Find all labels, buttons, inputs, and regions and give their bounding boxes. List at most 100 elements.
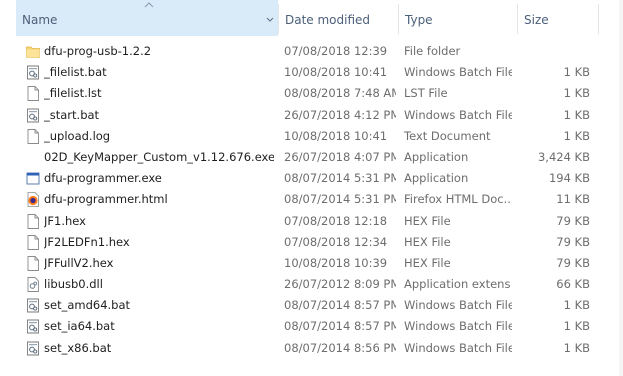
vertical-scrollbar[interactable] (619, 0, 623, 376)
file-type: HEX File (404, 234, 451, 249)
file-row[interactable]: set_x86.bat 08/07/2014 8:56 PM Windows Bat… (0, 338, 623, 359)
file-name: JF1.hex (44, 213, 86, 228)
file-type: Windows Batch File (404, 319, 512, 334)
file-row[interactable]: JFFullV2.hex 10/08/2018 10:39 HEX File 79 K… (0, 253, 623, 274)
file-size: 1 KB (563, 65, 590, 80)
file-icon (26, 150, 40, 165)
file-size: 194 KB (548, 171, 590, 186)
chevron-down-icon[interactable] (266, 17, 274, 23)
column-header-name[interactable]: Name (16, 0, 278, 36)
file-row[interactable]: _start.bat 26/07/2018 4:12 PM Windows Batc… (0, 105, 623, 126)
file-size: 79 KB (556, 213, 590, 228)
file-row[interactable]: _filelist.bat 10/08/2018 10:41 Windows Bat… (0, 62, 623, 83)
file-type: Windows Batch File (404, 107, 512, 122)
file-size: 1 KB (563, 86, 590, 101)
file-size: 11 KB (556, 192, 590, 207)
dll-file-icon (26, 277, 40, 293)
file-list: dfu-prog-usb-1.2.2 07/08/2018 12:39 File f… (0, 41, 623, 359)
file-row[interactable]: dfu-prog-usb-1.2.2 07/08/2018 12:39 File f… (0, 41, 623, 62)
file-date-modified: 07/08/2018 12:34 (284, 234, 388, 249)
file-size: 1 KB (563, 340, 590, 355)
file-row[interactable]: dfu-programmer.html 08/07/2014 5:31 PM Fir… (0, 189, 623, 210)
column-header-date-modified[interactable]: Date modified (279, 0, 398, 36)
file-name: dfu-prog-usb-1.2.2 (44, 44, 152, 58)
file-date-modified: 10/08/2018 10:39 (284, 255, 388, 270)
folder-icon (26, 44, 40, 59)
file-name: dfu-programmer.exe (44, 171, 162, 186)
file-type: HEX File (404, 213, 451, 228)
file-name: set_x86.bat (44, 340, 112, 355)
file-size (518, 41, 590, 62)
column-divider[interactable] (598, 4, 599, 34)
blank-file-icon (26, 128, 40, 144)
batch-file-icon (26, 298, 40, 313)
file-type: Application (404, 171, 469, 186)
file-date-modified: 26/07/2012 8:09 PM (284, 277, 396, 292)
file-name: set_ia64.bat (44, 319, 115, 334)
batch-file-icon (26, 108, 40, 123)
file-date-modified: 08/07/2014 8:57 PM (284, 298, 396, 313)
file-size: 1 KB (563, 319, 590, 334)
file-date-modified: 08/08/2018 7:48 AM (284, 86, 396, 101)
file-date-modified: 26/07/2018 4:12 PM (284, 107, 396, 122)
file-name: 02D_KeyMapper_Custom_v1.12.676.exe (44, 149, 274, 164)
file-name: _filelist.lst (44, 86, 102, 101)
file-date-modified: 08/07/2014 8:56 PM (284, 340, 396, 355)
file-row[interactable]: _upload.log 10/08/2018 10:41 Text Document… (0, 126, 623, 147)
application-icon (26, 171, 40, 186)
file-size: 3,424 KB (537, 149, 590, 164)
file-row[interactable]: set_amd64.bat 08/07/2014 8:57 PM Windows B… (0, 295, 623, 316)
file-date-modified: 08/07/2014 8:57 PM (284, 319, 396, 334)
sort-ascending-icon (144, 2, 154, 8)
file-name: _start.bat (44, 107, 100, 122)
file-date-modified: 07/08/2018 12:18 (284, 213, 388, 228)
file-type: HEX File (404, 255, 451, 270)
blank-file-icon (26, 86, 40, 102)
file-name: dfu-programmer.html (44, 192, 168, 207)
column-header-date-label: Date modified (285, 13, 371, 27)
file-type: Text Document (404, 128, 491, 143)
file-row[interactable]: libusb0.dll 26/07/2012 8:09 PM Application… (0, 274, 623, 295)
file-row[interactable]: 02D_KeyMapper_Custom_v1.12.676.exe 26/07/… (0, 147, 623, 168)
file-row[interactable]: set_ia64.bat 08/07/2014 8:57 PM Windows Ba… (0, 316, 623, 337)
file-date-modified: 08/07/2014 5:31 PM (284, 192, 396, 207)
file-date-modified: 10/08/2018 10:41 (284, 65, 388, 80)
file-date-modified: 26/07/2018 4:07 PM (284, 149, 396, 164)
file-name: JFFullV2.hex (44, 255, 114, 270)
file-name: JF2LEDFn1.hex (44, 234, 130, 249)
file-type: Application (404, 149, 469, 164)
file-type: LST File (404, 86, 448, 101)
file-type: Windows Batch File (404, 65, 512, 80)
column-header-type[interactable]: Type (399, 0, 517, 36)
file-date-modified: 07/08/2018 12:39 (284, 44, 388, 58)
batch-file-icon (26, 65, 40, 80)
file-size: 66 KB (556, 277, 590, 292)
file-type: Firefox HTML Doc... (404, 192, 512, 207)
file-date-modified: 08/07/2014 5:31 PM (284, 171, 396, 186)
file-row[interactable]: JF1.hex 07/08/2018 12:18 HEX File 79 KB (0, 211, 623, 232)
file-row[interactable]: _filelist.lst 08/08/2018 7:48 AM LST File 1… (0, 83, 623, 104)
file-row[interactable]: dfu-programmer.exe 08/07/2014 5:31 PM Appl… (0, 168, 623, 189)
file-size: 1 KB (563, 107, 590, 122)
file-type: Windows Batch File (404, 298, 512, 313)
file-name: _filelist.bat (44, 65, 107, 80)
column-header-type-label: Type (405, 13, 433, 27)
file-row[interactable]: JF2LEDFn1.hex 07/08/2018 12:34 HEX File 79 … (0, 232, 623, 253)
file-type: File folder (404, 44, 461, 58)
column-header-size-label: Size (524, 13, 549, 27)
file-size: 79 KB (556, 255, 590, 270)
file-size: 1 KB (563, 298, 590, 313)
firefox-html-icon (26, 192, 40, 208)
file-name: libusb0.dll (44, 277, 103, 292)
file-size: 79 KB (556, 234, 590, 249)
column-header-bar: Name Date modified Type Size (0, 0, 623, 36)
batch-file-icon (26, 319, 40, 334)
file-type: Windows Batch File (404, 340, 512, 355)
file-name: _upload.log (44, 128, 111, 143)
blank-file-icon (26, 255, 40, 271)
batch-file-icon (26, 341, 40, 356)
blank-file-icon (26, 213, 40, 229)
column-header-name-label: Name (22, 13, 58, 27)
file-name: set_amd64.bat (44, 298, 131, 313)
column-header-size[interactable]: Size (518, 0, 598, 36)
